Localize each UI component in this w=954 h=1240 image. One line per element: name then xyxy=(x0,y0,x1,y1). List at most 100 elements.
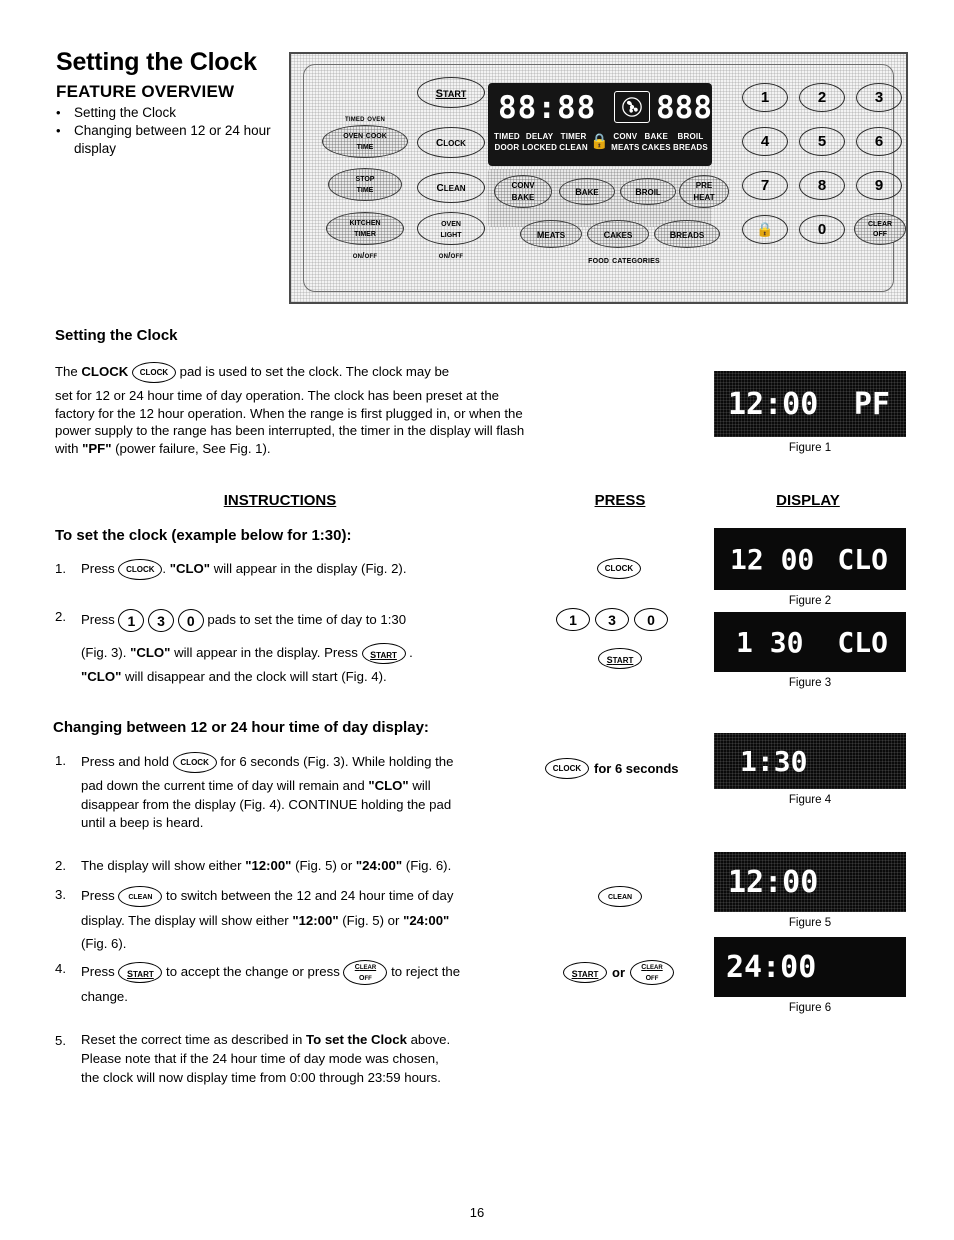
list-item: • Setting the Clock xyxy=(56,104,286,122)
keypad-7[interactable]: 7 xyxy=(742,171,788,200)
column-header-display: DISPLAY xyxy=(776,492,840,509)
pad-clean[interactable]: Clean xyxy=(417,172,485,203)
inline-pad-start[interactable]: Start xyxy=(598,648,642,669)
keypad-0[interactable]: 0 xyxy=(799,215,845,244)
keypad-8[interactable]: 8 xyxy=(799,171,845,200)
set-clock-heading: To set the clock (example below for 1:30… xyxy=(55,527,352,544)
list-item: • Changing between 12 or 24 hour display xyxy=(56,122,286,158)
step-set-clock-2: 2. Press 1 3 0 pads to set the time of d… xyxy=(55,606,545,687)
feature-overview-heading: FEATURE OVERVIEW xyxy=(56,82,235,101)
pad-stop-time[interactable]: Stop Time xyxy=(328,168,402,201)
press-clock-6-seconds: Clock for 6 seconds xyxy=(545,758,679,779)
inline-pad-clear-off[interactable]: Clear Off xyxy=(630,960,674,985)
press-connector-label: or xyxy=(612,965,625,980)
indicator-timed-door: TIMED DOOR xyxy=(494,132,520,152)
figure-3-value: 1 30 xyxy=(736,625,804,659)
inline-pad-start[interactable]: Start xyxy=(361,643,406,665)
pad-clock[interactable]: Clock xyxy=(417,127,485,158)
keypad-4[interactable]: 4 xyxy=(742,127,788,156)
pad-breads[interactable]: Breads xyxy=(654,220,720,248)
keypad-5[interactable]: 5 xyxy=(799,127,845,156)
pad-conv-bake[interactable]: Conv Bake xyxy=(494,175,552,208)
display-indicator-row: TIMED DOOR DELAY LOCKED TIMER CLEAN 🔒 CO… xyxy=(494,131,708,153)
indicator-conv-meats: CONV MEATS xyxy=(611,132,640,152)
pf-bold-word: "PF" xyxy=(82,440,112,456)
pad-start[interactable]: Start xyxy=(417,77,485,108)
inline-pad-clear-off[interactable]: Clear Off xyxy=(343,960,388,986)
inline-pad-start[interactable]: Start xyxy=(563,962,607,983)
pad-bake[interactable]: Bake xyxy=(559,178,615,205)
keypad-6[interactable]: 6 xyxy=(856,127,902,156)
step-changing-4: 4. Press Start to accept the change or p… xyxy=(55,958,545,1009)
pad-oven-light[interactable]: Oven Light xyxy=(417,212,485,245)
pad-conv-bake-label-2: Bake xyxy=(511,190,535,203)
figure-4-caption: Figure 4 xyxy=(788,794,832,806)
step-text: Press and hold Clock for 6 seconds (Fig.… xyxy=(81,752,454,830)
step-text: Reset the correct time as described in T… xyxy=(81,1032,451,1085)
keypad-2[interactable]: 2 xyxy=(799,83,845,112)
pad-broil[interactable]: Broil xyxy=(620,178,676,205)
figure-6-caption: Figure 6 xyxy=(788,1002,832,1014)
step-changing-5: 5. Reset the correct time as described i… xyxy=(55,1030,545,1087)
keypad-lock[interactable]: 🔒 xyxy=(742,215,788,244)
inline-pad-clock[interactable]: Clock xyxy=(597,558,641,579)
inline-pad-clock[interactable]: Clock xyxy=(118,559,163,581)
pad-kitchen-timer[interactable]: Kitchen Timer xyxy=(326,212,404,245)
press-hold-duration-label: for 6 seconds xyxy=(594,761,679,776)
step-number: 4. xyxy=(55,961,66,976)
pad-preheat-label-1: Pre xyxy=(695,179,713,192)
pad-oven-cook-time[interactable]: Oven Cook Time xyxy=(322,125,408,158)
page-number: 16 xyxy=(469,1205,485,1220)
pad-clear-off[interactable]: Clear Off xyxy=(854,213,906,245)
inline-pad-clock[interactable]: Clock xyxy=(172,752,217,774)
pad-breads-label: Breads xyxy=(669,225,705,241)
figure-4-value: 1:30 xyxy=(740,744,808,778)
step-number: 2. xyxy=(55,858,66,873)
keypad-9[interactable]: 9 xyxy=(856,171,902,200)
paragraph-text-cont: pad is used to set the clock. The clock … xyxy=(175,364,450,379)
inline-pad-clean[interactable]: Clean xyxy=(598,886,642,907)
indicator-bake-cakes: BAKE CAKES xyxy=(641,132,671,152)
inline-pad-clock[interactable]: Clock xyxy=(131,362,176,384)
press-keys-130: 1 3 0 xyxy=(556,608,668,631)
pad-cakes[interactable]: Cakes xyxy=(587,220,649,248)
inline-pad-clock[interactable]: Clock xyxy=(545,758,589,779)
paragraph-text: The xyxy=(55,364,82,379)
inline-pad-key-0[interactable]: 0 xyxy=(634,608,668,631)
figure-1-screen: 12:00 PF xyxy=(714,371,906,437)
figure-5: 12:00 Figure 5 xyxy=(714,852,906,929)
lock-icon: 🔒 xyxy=(756,221,774,238)
changing-section-heading: Changing between 12 or 24 hour time of d… xyxy=(53,719,429,736)
figure-4: 1:30 Figure 4 xyxy=(714,733,906,806)
step-number: 2. xyxy=(55,609,66,624)
column-header-press: PRESS xyxy=(594,492,646,509)
inline-pad-key-0[interactable]: 0 xyxy=(177,609,204,633)
inline-pad-start[interactable]: Start xyxy=(118,962,163,984)
indicator-broil-breads: BROIL BREADS xyxy=(672,132,708,152)
inline-pad-key-3[interactable]: 3 xyxy=(148,609,175,633)
press-start-or-clear-off: Start or Clear Off xyxy=(563,960,674,985)
inline-pad-clean[interactable]: Clean xyxy=(118,886,163,908)
page-title: Setting the Clock xyxy=(56,48,257,76)
step-number: 1. xyxy=(55,753,66,768)
pad-start-label: Start xyxy=(435,83,467,101)
list-item-label: Changing between 12 or 24 hour display xyxy=(74,123,271,156)
inline-pad-key-1[interactable]: 1 xyxy=(556,608,590,631)
keypad-1[interactable]: 1 xyxy=(742,83,788,112)
pad-broil-label: Broil xyxy=(635,183,661,199)
pad-kitchen-timer-label-2: Timer xyxy=(354,227,376,239)
step-text: Press Start to accept the change or pres… xyxy=(81,960,461,1005)
pad-meats[interactable]: Meats xyxy=(520,220,582,248)
pad-preheat[interactable]: Pre Heat xyxy=(679,175,729,208)
pad-oven-light-label-2: Light xyxy=(440,227,462,240)
feature-overview-list: • Setting the Clock • Changing between 1… xyxy=(56,104,286,158)
timed-oven-label: Timed Oven xyxy=(344,113,386,123)
kitchen-timer-onoff-label: On/Off xyxy=(352,251,378,260)
indicator-lock-icon: 🔒 xyxy=(590,133,609,150)
figure-1-value: 12:00 xyxy=(728,386,819,422)
step-number: 3. xyxy=(55,887,66,902)
figure-2-screen: 12 00 CLO xyxy=(714,528,906,590)
inline-pad-key-3[interactable]: 3 xyxy=(595,608,629,631)
inline-pad-key-1[interactable]: 1 xyxy=(118,609,145,633)
keypad-3[interactable]: 3 xyxy=(856,83,902,112)
